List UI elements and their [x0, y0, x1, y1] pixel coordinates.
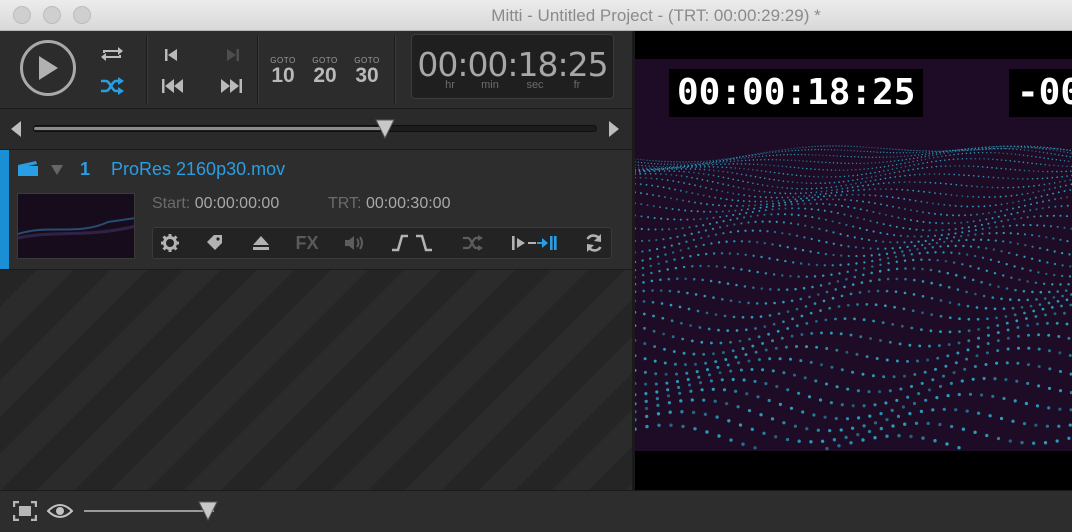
zoom-slider-thumb[interactable] — [198, 501, 218, 521]
clip-loop-button[interactable] — [582, 232, 606, 254]
clip-number: 1 — [80, 159, 91, 179]
clip-fx-button[interactable]: FX — [294, 232, 320, 254]
playlist-empty-area[interactable] — [0, 270, 632, 490]
goto-30-button[interactable]: GOTO 30 — [352, 56, 382, 87]
scrub-forward-button[interactable] — [606, 119, 622, 139]
clip-fade-button[interactable] — [389, 232, 437, 254]
clip-eject-button[interactable] — [250, 232, 272, 254]
goto-20-button[interactable]: GOTO 20 — [310, 56, 340, 87]
gear-icon — [161, 234, 179, 252]
play-icon — [39, 56, 58, 80]
fast-forward-icon — [221, 79, 242, 93]
transport-controls: GOTO 10 GOTO 20 GOTO 30 00:00:18:25 hr m… — [0, 31, 632, 109]
unit-seconds: sec — [526, 79, 544, 91]
disclosure-triangle-icon[interactable] — [51, 165, 63, 175]
scrubber-progress — [34, 127, 386, 130]
clip-toolbar: FX — [152, 227, 612, 259]
shuffle-toggle[interactable] — [98, 75, 126, 97]
eye-icon — [47, 504, 73, 518]
unit-minutes: min — [481, 79, 499, 91]
clip-thumbnail — [17, 193, 135, 259]
fast-rewind-icon — [162, 79, 183, 93]
clip-trt: TRT: 00:00:30:00 — [328, 195, 451, 212]
clip-tag-button[interactable] — [204, 232, 226, 254]
cue-icon — [512, 236, 557, 250]
fade-icon — [392, 234, 432, 252]
clapper-icon — [18, 161, 38, 176]
tag-icon — [207, 235, 222, 250]
previous-clip-button[interactable] — [160, 45, 182, 65]
video-preview: 00:00:18:25 -00 — [635, 31, 1072, 490]
loop-toggle[interactable] — [98, 43, 126, 65]
clip-trt-value: 00:00:30:00 — [365, 195, 451, 212]
unit-hours: hr — [445, 79, 455, 91]
repeat-icon — [101, 47, 123, 61]
play-button[interactable] — [20, 40, 76, 96]
scrubber-thumb[interactable] — [375, 119, 395, 139]
clip-active-indicator — [0, 150, 9, 269]
skip-forward-icon — [227, 49, 239, 61]
triangle-right-icon — [609, 121, 619, 137]
timecode-display: 00:00:18:25 hr min sec fr — [411, 34, 614, 99]
eject-icon — [253, 236, 269, 250]
volume-icon — [345, 236, 363, 250]
clip-start: Start: 00:00:00:00 — [152, 195, 280, 212]
clip-settings-button[interactable] — [159, 232, 181, 254]
goto-10-button[interactable]: GOTO 10 — [268, 56, 298, 87]
playlist-panel: GOTO 10 GOTO 20 GOTO 30 00:00:18:25 hr m… — [0, 31, 632, 490]
scrub-back-button[interactable] — [8, 119, 24, 139]
zoom-slider-track[interactable] — [84, 510, 214, 512]
rewind-to-start-button[interactable] — [160, 75, 186, 97]
clip-name[interactable]: ProRes 2160p30.mov — [111, 159, 285, 180]
title-bar: Mitti - Untitled Project - (TRT: 00:00:2… — [0, 0, 1072, 31]
clip-shuffle-button[interactable] — [461, 232, 485, 254]
clip-start-value: 00:00:00:00 — [194, 195, 280, 212]
shuffle-icon — [463, 235, 483, 251]
fullscreen-button[interactable] — [12, 500, 38, 522]
shuffle-icon — [101, 77, 124, 95]
preview-countdown: -00 — [1009, 69, 1072, 117]
scrubber-bar — [0, 109, 632, 150]
preview-visibility-button[interactable] — [46, 500, 74, 522]
skip-back-icon — [165, 49, 177, 61]
clip-volume-button[interactable] — [343, 232, 367, 254]
bottom-bar — [0, 490, 1072, 532]
next-clip-button[interactable] — [222, 45, 244, 65]
clip-cue-button[interactable] — [509, 232, 559, 254]
window-title: Mitti - Untitled Project - (TRT: 00:00:2… — [491, 6, 821, 25]
triangle-left-icon — [11, 121, 21, 137]
unit-frames: fr — [573, 79, 581, 91]
fullscreen-icon — [13, 501, 37, 521]
scrubber-track[interactable] — [33, 125, 597, 132]
jump-to-end-button[interactable] — [218, 75, 244, 97]
playlist-clip[interactable]: 1 ProRes 2160p30.mov Start: 00:00:00:00 … — [0, 150, 632, 270]
loop-icon — [586, 234, 602, 252]
preview-timecode: 00:00:18:25 — [669, 69, 924, 117]
